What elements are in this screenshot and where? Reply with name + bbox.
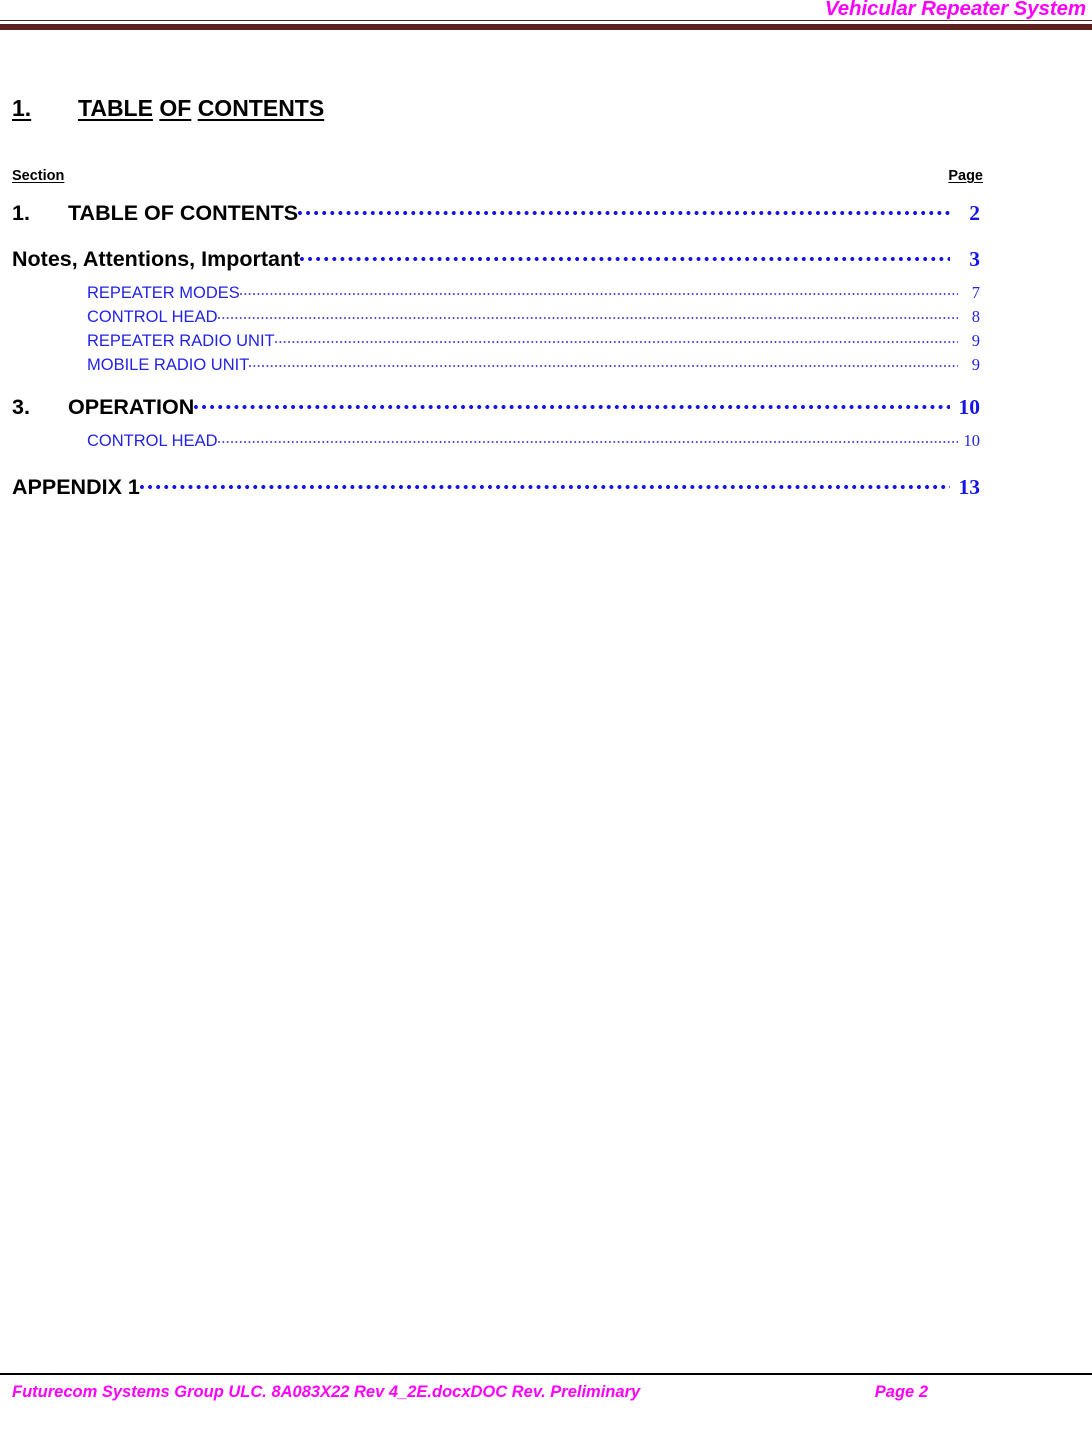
page-header: Vehicular Repeater System — [0, 0, 1092, 34]
header-rule-thin — [0, 20, 1092, 21]
toc-leader-dots — [139, 472, 950, 494]
document-page: Vehicular Repeater System 1. TABLE OF CO… — [0, 0, 1092, 1431]
footer-page-number: Page 2 — [874, 1383, 928, 1401]
page-title-word-3: CONTENTS — [197, 95, 325, 121]
toc-entry[interactable]: CONTROL HEAD 10 — [12, 429, 980, 452]
toc-leader-dots — [217, 429, 958, 446]
toc-entry[interactable]: CONTROL HEAD 8 — [12, 305, 980, 328]
toc-entry[interactable]: Notes, Attentions, Important 3 — [12, 245, 980, 272]
toc-leader-dots — [298, 198, 950, 220]
toc-entry-label: CONTROL HEAD — [87, 431, 218, 450]
toc-leader-dots — [239, 281, 958, 298]
page-title-word-1: TABLE — [78, 95, 153, 121]
page-title-text: TABLE OF CONTENTS — [78, 95, 324, 122]
toc-entry-page: 10 — [963, 430, 981, 450]
footer-document-info: Futurecom Systems Group ULC. 8A083X22 Re… — [12, 1383, 641, 1401]
toc-leader-dots — [249, 353, 958, 370]
toc-entry-label: REPEATER MODES — [87, 283, 240, 302]
toc-leader-dots — [194, 393, 950, 415]
toc-entry-label: APPENDIX 1 — [12, 474, 140, 499]
toc-entry-label: Notes, Attentions, Important — [12, 247, 301, 272]
column-header-section: Section — [12, 168, 65, 184]
toc-leader-dots — [300, 245, 950, 267]
toc-entry[interactable]: REPEATER RADIO UNIT 9 — [12, 329, 980, 352]
toc-entry-page: 7 — [971, 282, 980, 302]
toc-entry-page: 9 — [971, 330, 980, 350]
footer-content: Futurecom Systems Group ULC. 8A083X22 Re… — [12, 1383, 980, 1402]
toc-entry-label: CONTROL HEAD — [87, 307, 218, 326]
column-header-page: Page — [948, 168, 983, 184]
page-title-word-2: OF — [159, 95, 192, 121]
toc-entry[interactable]: REPEATER MODES 7 — [12, 281, 980, 304]
toc-entry-label: MOBILE RADIO UNIT — [87, 355, 250, 374]
page-footer: Futurecom Systems Group ULC. 8A083X22 Re… — [0, 1355, 1092, 1431]
toc-entry-label: TABLE OF CONTENTS — [68, 200, 299, 225]
toc-entry-page: 13 — [958, 474, 981, 499]
toc-entry-page: 9 — [971, 354, 980, 374]
page-title-number: 1. — [12, 95, 32, 121]
toc-entry-page: 3 — [969, 247, 980, 272]
toc-entry-page: 8 — [971, 306, 980, 326]
toc-entry-number: 1. — [12, 200, 30, 225]
toc-entry-label: OPERATION — [68, 395, 195, 420]
toc-entry-number: 3. — [12, 395, 30, 420]
toc-entry[interactable]: 3. OPERATION 10 — [12, 393, 980, 420]
toc-column-headers: Section Page — [12, 168, 983, 184]
toc-leader-dots — [274, 329, 958, 346]
toc-entry[interactable]: MOBILE RADIO UNIT 9 — [12, 353, 980, 376]
toc-entry-page: 10 — [958, 395, 981, 420]
toc-leader-dots — [217, 305, 959, 322]
page-content: 1. TABLE OF CONTENTS Section Page 1. TAB… — [12, 95, 983, 499]
toc-entry[interactable]: 1. TABLE OF CONTENTS 2 — [12, 198, 980, 225]
toc-entry-page: 2 — [969, 200, 980, 225]
header-rule-thick — [0, 24, 1092, 30]
table-of-contents: 1. TABLE OF CONTENTS 2 Notes, Attentions… — [12, 198, 980, 499]
page-title: 1. TABLE OF CONTENTS — [12, 95, 980, 122]
toc-entry-label: REPEATER RADIO UNIT — [87, 331, 275, 350]
toc-entry[interactable]: APPENDIX 1 13 — [12, 472, 980, 499]
footer-rule — [0, 1373, 1092, 1375]
header-title: Vehicular Repeater System — [824, 0, 1086, 20]
